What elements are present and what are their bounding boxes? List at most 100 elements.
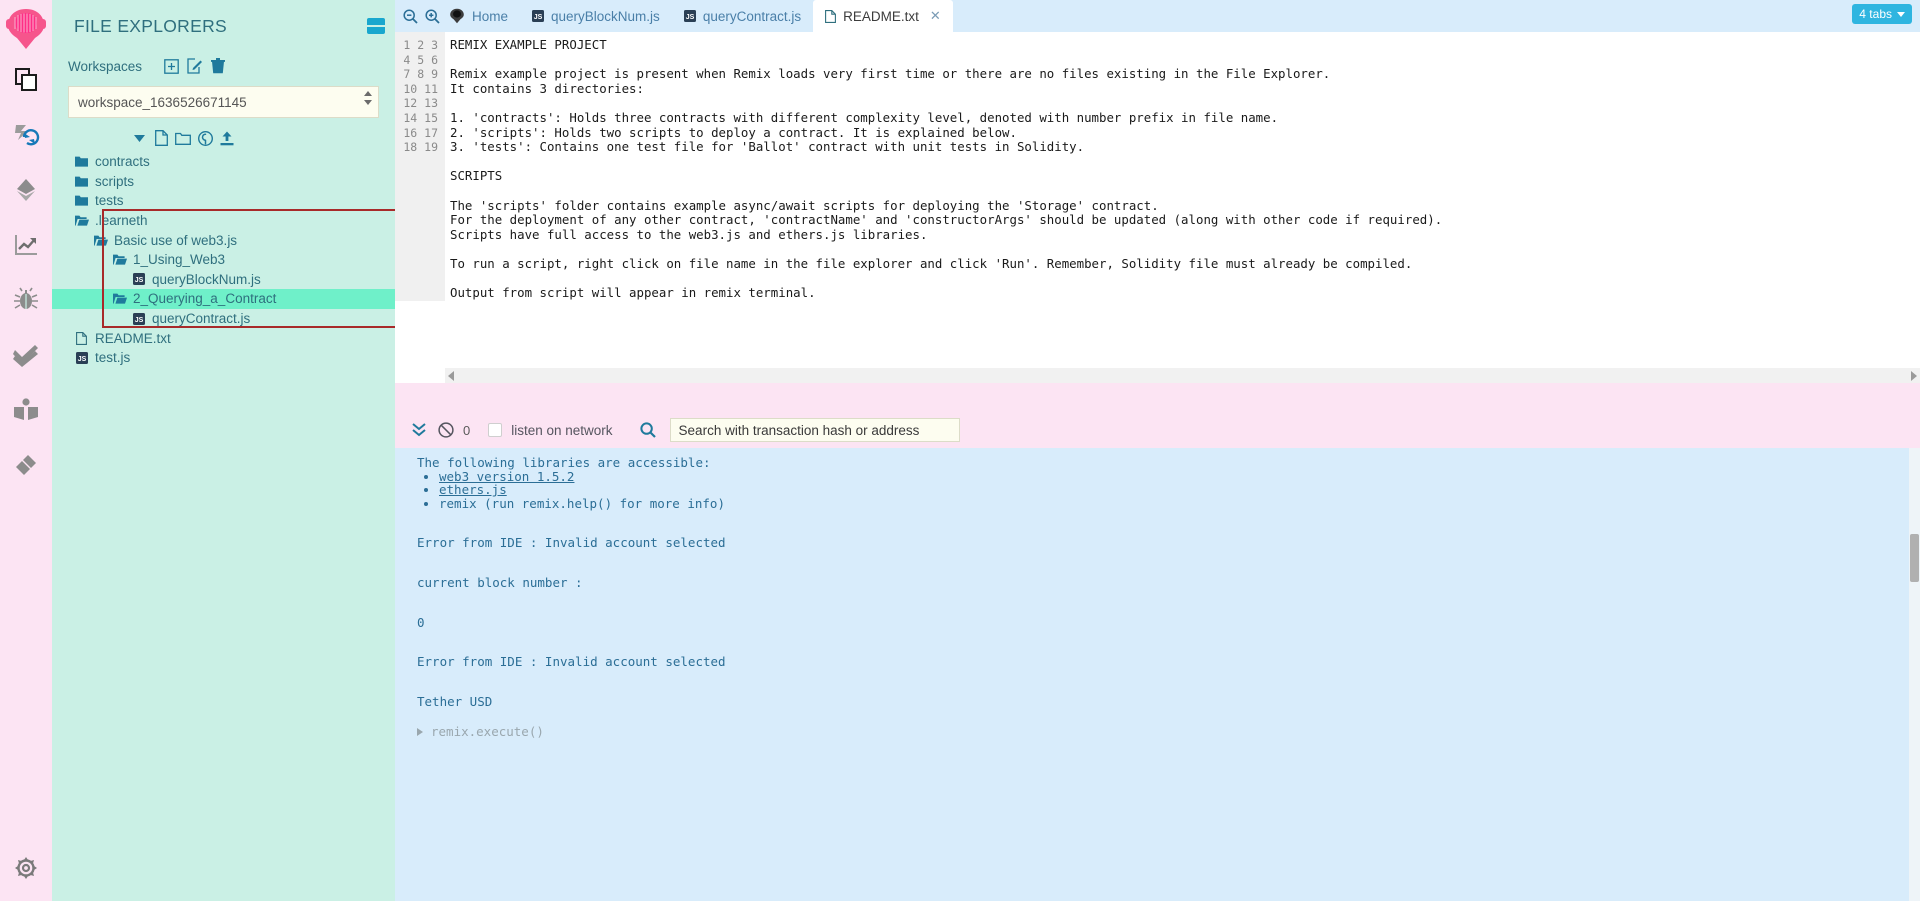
folder-closed-icon (74, 195, 89, 207)
create-workspace-icon[interactable] (160, 56, 183, 76)
tree-item-label: queryBlockNum.js (152, 271, 261, 287)
scroll-right-arrow-icon[interactable] (1911, 370, 1917, 381)
search-icon[interactable] (635, 416, 662, 444)
tree-item-label: tests (95, 193, 124, 209)
tab-querycontract-js[interactable]: JS queryContract.js (672, 0, 813, 32)
tab-label: queryContract.js (702, 8, 802, 24)
terminal-scrollbar[interactable] (1909, 448, 1920, 901)
js-file-icon: JS (131, 273, 146, 286)
workspace-selected-value[interactable]: workspace_1636526671145 (68, 86, 379, 118)
unit-testing-check-icon[interactable] (0, 327, 52, 382)
tree-item-basic-use-of-web3-js[interactable]: Basic use of web3.js (52, 230, 395, 250)
remix-home-icon (449, 8, 465, 24)
terminal-message: 0 (417, 614, 425, 630)
remix-logo-icon[interactable] (3, 6, 49, 52)
tab-queryblocknum-js[interactable]: JS queryBlockNum.js (520, 0, 672, 32)
upload-file-icon[interactable] (216, 128, 238, 148)
terminal-pending-count: 0 (463, 422, 471, 438)
debugger-bug-icon[interactable] (0, 272, 52, 327)
svg-text:JS: JS (77, 356, 86, 363)
tab-home[interactable]: Home (443, 0, 520, 32)
solidity-compiler-icon[interactable] (0, 162, 52, 217)
terminal-prompt-text: remix.execute() (431, 724, 544, 740)
svg-text:JS: JS (534, 14, 543, 21)
collapse-panel-icon[interactable] (367, 18, 385, 34)
terminal-library-list: web3 version 1.5.2 ethers.js remix (run … (417, 469, 1920, 511)
tree-item-label: 2_Querying_a_Contract (133, 291, 277, 307)
new-folder-icon[interactable] (172, 128, 194, 148)
terminal-scrollbar-thumb[interactable] (1910, 534, 1919, 582)
editor-content[interactable]: REMIX EXAMPLE PROJECT Remix example proj… (445, 32, 1920, 301)
plugin-manager-plug-icon[interactable] (0, 437, 52, 492)
chevron-down-icon (1897, 11, 1905, 17)
tree-item-tests[interactable]: tests (52, 191, 395, 211)
prompt-chevron-icon (417, 727, 423, 736)
file-explorer-header: FILE EXPLORERS (52, 0, 395, 52)
remix-help-text: remix (run remix.help() for more info) (439, 495, 725, 511)
txt-file-icon (825, 9, 837, 23)
tab-readme-txt[interactable]: README.txt ✕ (813, 0, 953, 32)
folder-closed-icon (74, 176, 89, 187)
list-item: remix (run remix.help() for more info) (439, 495, 1920, 511)
tree-item-label: queryContract.js (152, 311, 251, 327)
tree-item-label: README.txt (95, 330, 171, 346)
terminal-message: current block number : (417, 574, 583, 590)
deploy-run-icon[interactable] (0, 107, 52, 162)
svg-text:JS: JS (686, 14, 695, 21)
tree-item-querycontract-js[interactable]: JS queryContract.js (52, 309, 395, 329)
zoom-out-icon[interactable] (399, 0, 421, 32)
folder-open-icon (112, 254, 127, 265)
panel-title: FILE EXPLORERS (74, 15, 228, 36)
tree-item-label: 1_Using_Web3 (133, 252, 226, 268)
tree-item-learneth[interactable]: .learneth (52, 211, 395, 231)
tree-item-2-querying-a-contract[interactable]: 2_Querying_a_Contract (52, 289, 395, 309)
txt-file-icon (74, 331, 89, 345)
tabs-count-label: 4 tabs (1859, 7, 1892, 21)
delete-workspace-icon[interactable] (206, 56, 229, 76)
zoom-in-icon[interactable] (421, 0, 443, 32)
editor-horizontal-scrollbar[interactable] (445, 368, 1920, 383)
remix-ide-window: FILE EXPLORERS Workspaces workspace_1636… (0, 0, 1920, 901)
tree-item-scripts[interactable]: scripts (52, 172, 395, 192)
workspace-selector[interactable]: workspace_1636526671145 (68, 86, 379, 118)
terminal-message: Error from IDE : Invalid account selecte… (417, 535, 726, 551)
analysis-chart-icon[interactable] (0, 217, 52, 272)
folder-open-icon (74, 215, 89, 226)
folder-open-icon (112, 293, 127, 305)
tree-collapse-caret-icon[interactable] (128, 128, 150, 148)
workspaces-row: Workspaces (52, 52, 395, 80)
new-file-icon[interactable] (150, 128, 172, 148)
clear-console-icon[interactable] (432, 416, 459, 444)
scroll-left-arrow-icon[interactable] (448, 370, 454, 381)
list-item: ethers.js (439, 483, 1920, 497)
file-explorer-panel: FILE EXPLORERS Workspaces workspace_1636… (52, 0, 445, 901)
listen-on-network-checkbox[interactable] (488, 423, 503, 437)
tree-item-label: scripts (95, 173, 135, 189)
terminal-top-spacer (395, 383, 1920, 412)
tabs-count-badge[interactable]: 4 tabs (1852, 4, 1912, 24)
tab-label: queryBlockNum.js (551, 8, 660, 24)
terminal-search-input[interactable]: Search with transaction hash or address (669, 418, 960, 442)
terminal-message: Error from IDE : Invalid account selecte… (417, 654, 726, 670)
js-file-icon: JS (532, 10, 545, 22)
tree-item-label: .learneth (95, 213, 148, 229)
tree-item-queryblocknum-js[interactable]: JS queryBlockNum.js (52, 270, 395, 290)
file-tree: contracts scripts tests .learneth Basic use … (52, 150, 395, 368)
tree-item-test-js[interactable]: JS test.js (52, 348, 395, 368)
tab-label: Home (472, 8, 509, 24)
rename-workspace-icon[interactable] (183, 56, 206, 76)
settings-gear-icon[interactable] (0, 840, 52, 895)
tab-label: README.txt (843, 8, 919, 24)
tree-item-contracts[interactable]: contracts (52, 152, 395, 172)
publish-to-gist-github-icon[interactable] (194, 128, 216, 148)
file-explorer-icon[interactable] (0, 52, 52, 107)
chevrons-down-icon[interactable] (405, 416, 432, 444)
learneth-book-icon[interactable] (0, 382, 52, 437)
tree-item-readme-txt[interactable]: README.txt (52, 328, 395, 348)
tree-item-1-using-web3[interactable]: 1_Using_Web3 (52, 250, 395, 270)
terminal-command-prompt[interactable]: remix.execute() (417, 724, 1920, 739)
close-tab-icon[interactable]: ✕ (930, 8, 941, 24)
workspace-spinner-arrows[interactable] (364, 91, 372, 105)
terminal-output[interactable]: The following libraries are accessible: … (395, 448, 1920, 901)
code-editor[interactable]: 1 2 3 4 5 6 7 8 9 10 11 12 13 14 15 16 1… (395, 32, 1920, 383)
